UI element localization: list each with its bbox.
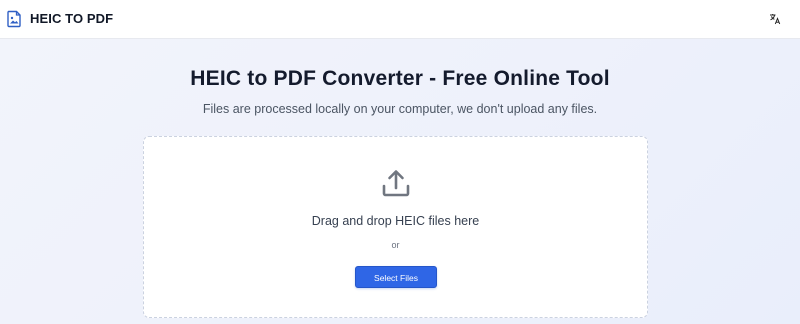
main-content: HEIC to PDF Converter - Free Online Tool… [0, 39, 800, 324]
select-files-button[interactable]: Select Files [355, 266, 437, 288]
or-separator: or [391, 240, 400, 250]
translate-icon [770, 14, 781, 25]
brand[interactable]: HEIC TO PDF [6, 9, 113, 29]
language-button[interactable] [768, 12, 782, 26]
image-file-icon [7, 10, 21, 28]
brand-title: HEIC TO PDF [30, 11, 114, 26]
top-header: HEIC TO PDF [0, 0, 800, 39]
upload-icon [382, 170, 410, 197]
page-subtitle: Files are processed locally on your comp… [202, 102, 598, 116]
page-title: HEIC to PDF Converter - Free Online Tool [190, 67, 610, 90]
drop-instruction: Drag and drop HEIC files here [311, 214, 480, 228]
file-dropzone[interactable]: Drag and drop HEIC files here or Select … [143, 136, 648, 318]
